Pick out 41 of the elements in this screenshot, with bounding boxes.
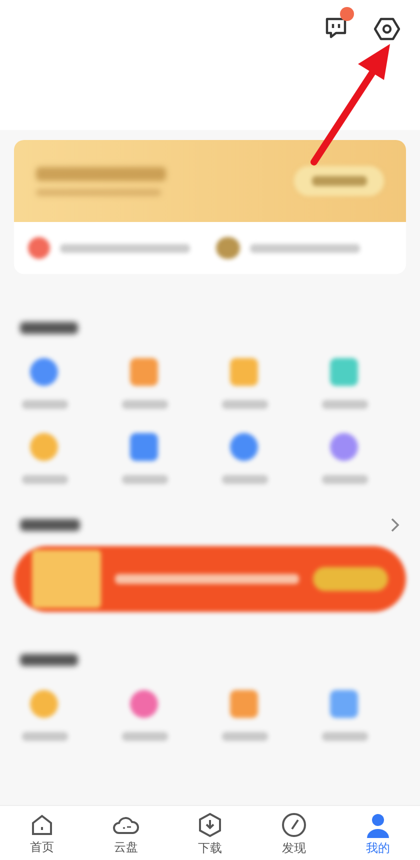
membership-button[interactable] [294, 166, 384, 196]
nav-tab[interactable]: 首页 [0, 806, 84, 860]
blurred-label [122, 400, 168, 409]
download-icon [198, 812, 222, 838]
blurred-label [322, 732, 368, 741]
app-icon[interactable] [230, 358, 258, 386]
app-icon[interactable] [30, 433, 58, 461]
home-icon [30, 813, 54, 837]
app-icon[interactable] [130, 690, 158, 718]
blurred-label [122, 475, 168, 484]
blurred-label [22, 400, 68, 409]
nav-tab[interactable]: 我的 [336, 806, 420, 860]
nav-tab[interactable]: 下载 [168, 806, 252, 860]
nav-tab[interactable]: 发现 [252, 806, 336, 860]
person-icon [365, 812, 391, 838]
blurred-label [322, 475, 368, 484]
promo-banner[interactable] [14, 546, 406, 612]
chevron-right-icon[interactable] [390, 518, 400, 532]
section-title-blurred [20, 322, 78, 334]
section-title-blurred [20, 519, 80, 531]
blurred-label [22, 732, 68, 741]
message-icon[interactable] [324, 16, 348, 40]
app-icon[interactable] [130, 358, 158, 386]
app-icon[interactable] [330, 690, 358, 718]
app-icon[interactable] [330, 433, 358, 461]
app-icon[interactable] [30, 690, 58, 718]
blurred-label [222, 732, 268, 741]
section-title-blurred [20, 654, 78, 666]
app-icon[interactable] [30, 358, 58, 386]
blurred-label [322, 400, 368, 409]
app-icon[interactable] [230, 690, 258, 718]
app-icon[interactable] [130, 433, 158, 461]
blurred-label [222, 475, 268, 484]
app-icon[interactable] [330, 358, 358, 386]
app-icon[interactable] [230, 433, 258, 461]
blurred-label [222, 400, 268, 409]
blurred-label [22, 475, 68, 484]
settings-icon[interactable] [374, 16, 400, 42]
blurred-label [122, 732, 168, 741]
nav-tab[interactable]: 云盘 [84, 806, 168, 860]
compass-icon [281, 812, 307, 838]
